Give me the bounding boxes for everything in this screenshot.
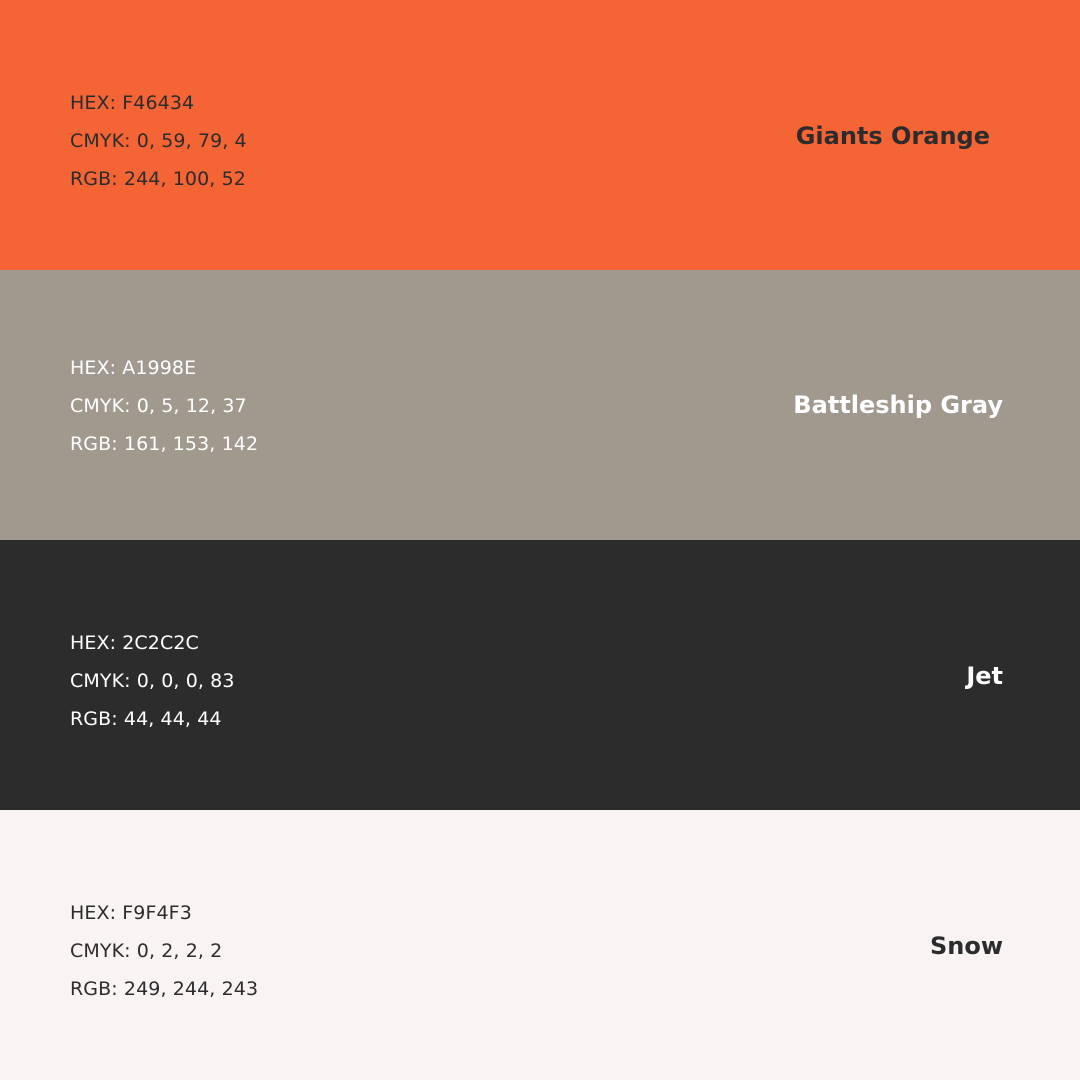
rgb-code: RGB: 44, 44, 44 <box>70 708 222 730</box>
hex-code: HEX: 2C2C2C <box>70 632 199 654</box>
hex-code: HEX: A1998E <box>70 357 197 379</box>
rgb-code: RGB: 161, 153, 142 <box>70 433 259 455</box>
cmyk-code: CMYK: 0, 2, 2, 2 <box>70 940 223 962</box>
color-codes: HEX: A1998E CMYK: 0, 5, 12, 37 RGB: 161,… <box>70 349 258 463</box>
color-name: Battleship Gray <box>793 391 1003 419</box>
swatch-battleship-gray: HEX: A1998E CMYK: 0, 5, 12, 37 RGB: 161,… <box>0 270 1080 540</box>
cmyk-code: CMYK: 0, 5, 12, 37 <box>70 395 247 417</box>
hex-code: HEX: F46434 <box>70 92 195 114</box>
color-name: Jet <box>966 662 1003 690</box>
color-codes: HEX: F46434 CMYK: 0, 59, 79, 4 RGB: 244,… <box>70 84 247 198</box>
color-codes: HEX: 2C2C2C CMYK: 0, 0, 0, 83 RGB: 44, 4… <box>70 624 235 738</box>
swatch-snow: HEX: F9F4F3 CMYK: 0, 2, 2, 2 RGB: 249, 2… <box>0 810 1080 1080</box>
rgb-code: RGB: 244, 100, 52 <box>70 168 246 190</box>
swatch-giants-orange: HEX: F46434 CMYK: 0, 59, 79, 4 RGB: 244,… <box>0 0 1080 270</box>
swatch-jet: HEX: 2C2C2C CMYK: 0, 0, 0, 83 RGB: 44, 4… <box>0 540 1080 810</box>
hex-code: HEX: F9F4F3 <box>70 902 192 924</box>
cmyk-code: CMYK: 0, 59, 79, 4 <box>70 130 247 152</box>
color-palette: HEX: F46434 CMYK: 0, 59, 79, 4 RGB: 244,… <box>0 0 1080 1080</box>
color-codes: HEX: F9F4F3 CMYK: 0, 2, 2, 2 RGB: 249, 2… <box>70 894 258 1008</box>
color-name: Snow <box>929 932 1003 960</box>
rgb-code: RGB: 249, 244, 243 <box>70 978 259 1000</box>
color-name: Giants Orange <box>795 122 990 150</box>
cmyk-code: CMYK: 0, 0, 0, 83 <box>70 670 235 692</box>
